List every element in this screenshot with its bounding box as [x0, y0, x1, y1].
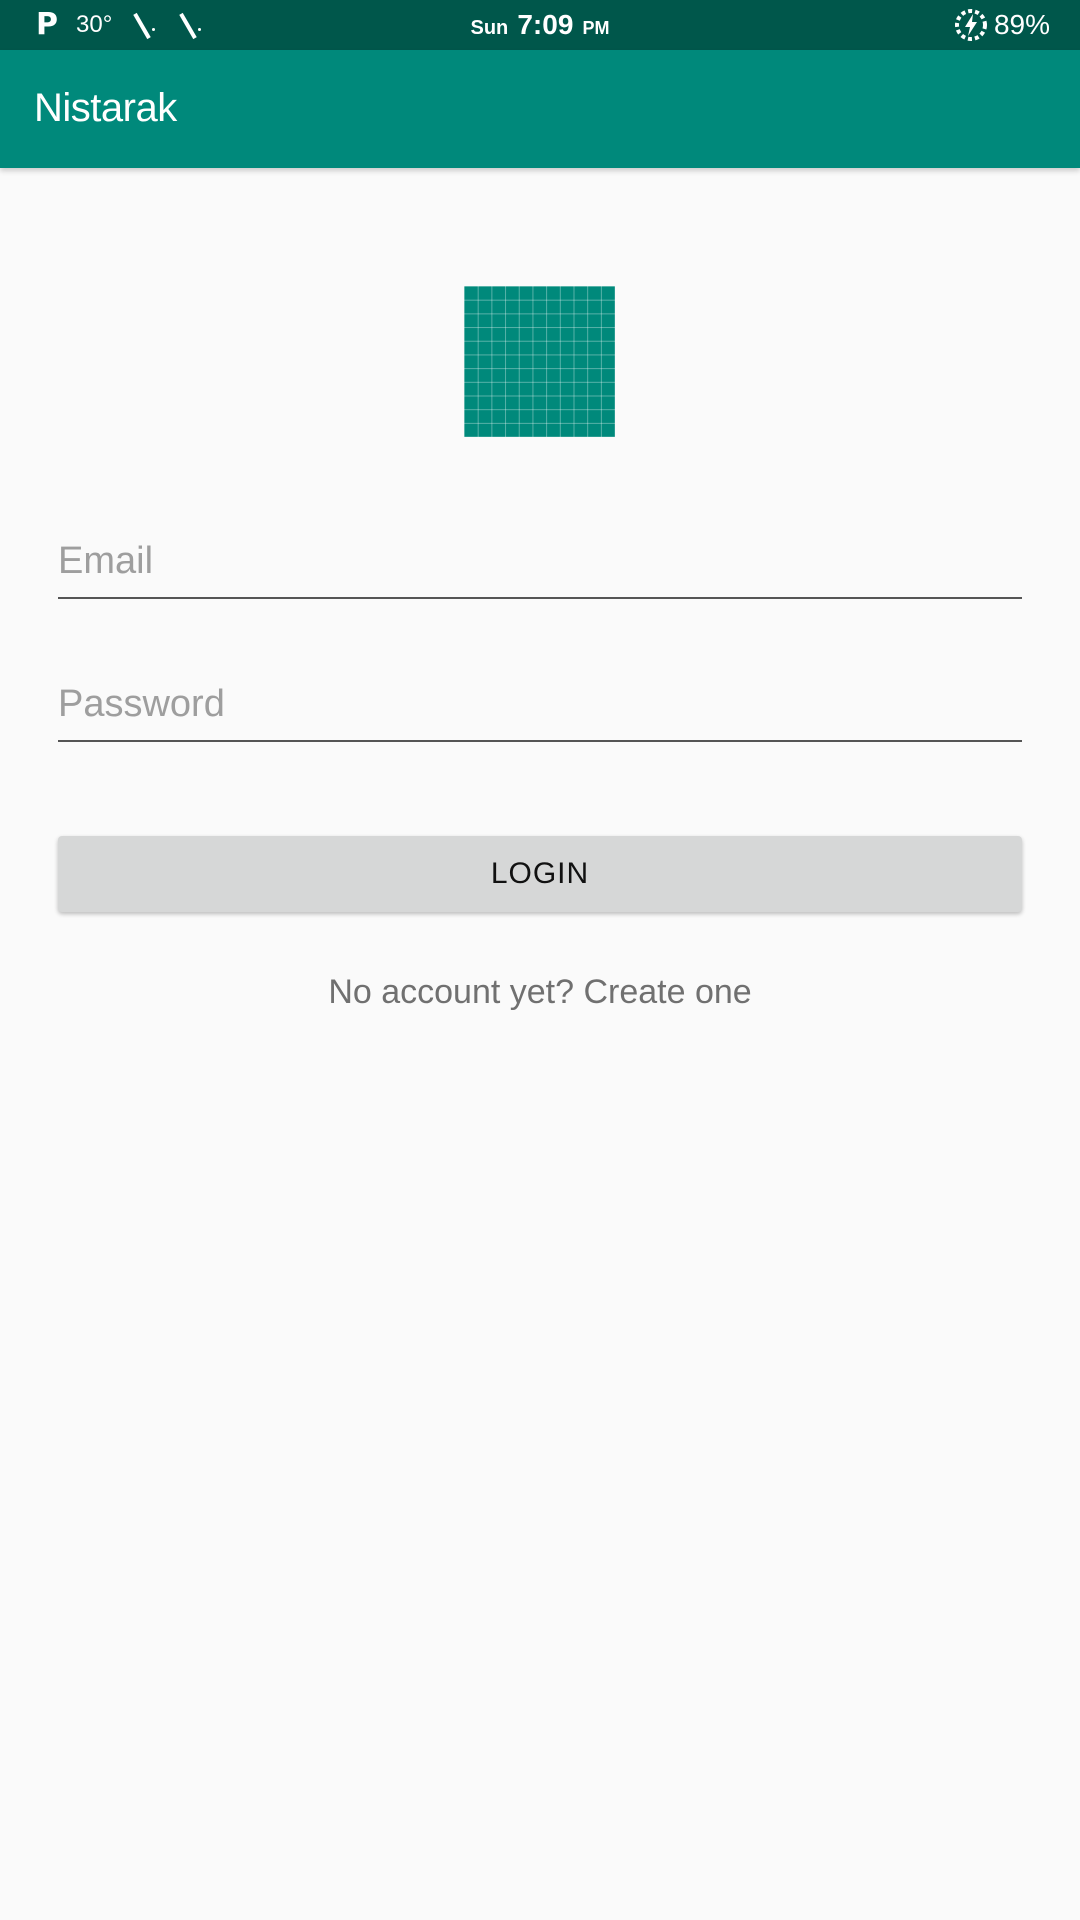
status-right: 89% — [954, 0, 1050, 50]
password-field-container — [58, 670, 1022, 742]
status-time: 7:09 — [517, 9, 574, 40]
status-bar: P 30° Sun 7:09 PM 89% — [0, 0, 1080, 50]
status-clock: Sun 7:09 PM — [0, 0, 1080, 50]
status-day: Sun — [470, 17, 509, 39]
password-field[interactable] — [58, 676, 1022, 732]
battery-charging-icon — [954, 9, 987, 41]
app-title: Nistarak — [34, 86, 177, 130]
email-field-container — [58, 527, 1022, 599]
battery-percentage: 89% — [993, 9, 1050, 40]
app-logo-icon — [464, 286, 615, 437]
app-bar: Nistarak — [0, 50, 1080, 168]
status-ampm: PM — [582, 18, 610, 38]
email-field[interactable] — [58, 533, 1022, 589]
login-button[interactable]: LOGIN — [58, 836, 1022, 912]
create-account-link[interactable]: No account yet? Create one — [0, 962, 1080, 1022]
